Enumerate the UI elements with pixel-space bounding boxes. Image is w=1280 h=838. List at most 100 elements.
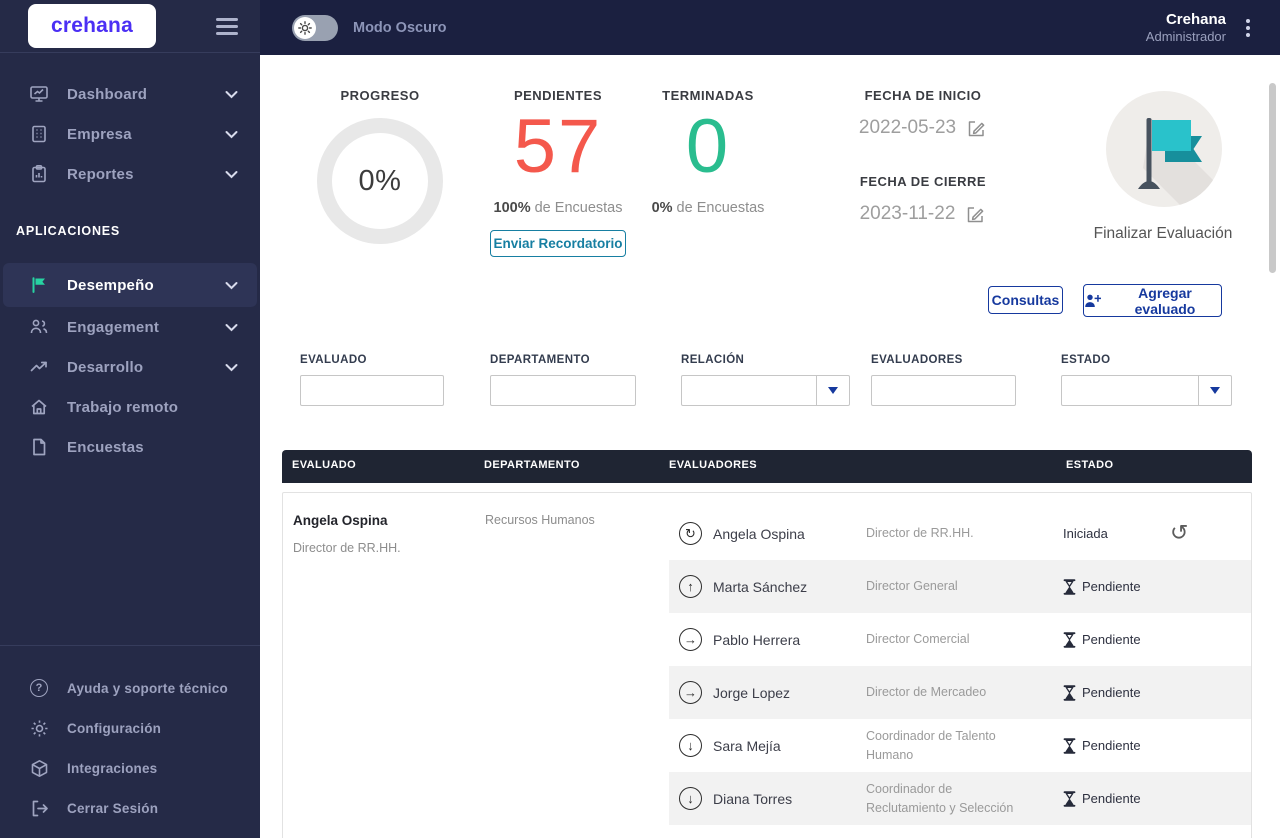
fecha-inicio-value: 2022-05-23 — [858, 117, 957, 138]
relation-up-icon: ↑ — [679, 575, 702, 598]
sidebar-item-label: Ayuda y soporte técnico — [67, 680, 228, 696]
fecha-inicio-row: 2022-05-23 — [813, 117, 1033, 139]
evaluator-row: → Jorge Lopez Director de Mercadeo Pendien… — [669, 666, 1251, 719]
evaluadores-filter-input[interactable] — [871, 375, 1016, 406]
chevron-down-icon[interactable] — [225, 90, 238, 99]
account-name: Crehana — [1165, 11, 1226, 28]
edit-fecha-inicio-icon[interactable] — [966, 118, 987, 139]
evaluator-name: Jorge Lopez — [713, 684, 791, 701]
crehana-logo[interactable]: crehana — [28, 4, 156, 48]
people-icon — [28, 316, 50, 338]
relacion-filter-select[interactable] — [681, 375, 850, 406]
topbar-account[interactable]: Crehana Administrador — [1146, 11, 1254, 44]
sidebar-item-ayuda[interactable]: ? Ayuda y soporte técnico — [0, 668, 260, 708]
sun-icon — [294, 16, 316, 39]
chevron-down-icon[interactable] — [225, 281, 238, 290]
column-header-departamento: DEPARTAMENTO — [484, 459, 580, 471]
sidebar-item-label: Engagement — [67, 318, 160, 336]
filter-label: EVALUADORES — [871, 354, 963, 366]
sidebar-item-desarrollo[interactable]: Desarrollo — [0, 347, 260, 387]
evaluator-rows: ↻ Angela Ospina Director de RR.HH. Iniciada… — [669, 507, 1251, 825]
kebab-menu-icon[interactable] — [1242, 15, 1254, 41]
departamento-filter-input[interactable] — [490, 375, 636, 406]
sidebar-divider — [0, 645, 260, 646]
chevron-down-icon[interactable] — [225, 130, 238, 139]
evaluator-status: Pendiente — [1043, 631, 1160, 648]
relation-right-icon: → — [679, 628, 702, 651]
terminadas-subtext: 0% de Encuestas — [598, 200, 818, 216]
evaluator-status: Pendiente — [1043, 790, 1160, 807]
consultas-button[interactable]: Consultas — [988, 286, 1063, 314]
sidebar-item-integraciones[interactable]: Integraciones — [0, 748, 260, 788]
chevron-down-icon[interactable] — [225, 170, 238, 179]
filter-label: ESTADO — [1061, 354, 1111, 366]
hourglass-icon — [1063, 631, 1076, 648]
evaluator-person: ↓ Sara Mejía — [669, 734, 866, 757]
filter-departamento: DEPARTAMENTO — [490, 354, 636, 406]
evaluator-row: → Pablo Herrera Director Comercial Pendien… — [669, 613, 1251, 666]
undo-icon[interactable]: ↺ — [1170, 520, 1188, 545]
evaluator-role: Director General — [866, 579, 958, 594]
flag-icon — [28, 274, 50, 296]
sidebar-item-configuracion[interactable]: Configuración — [0, 708, 260, 748]
evaluado-filter-input[interactable] — [300, 375, 444, 406]
sidebar-item-label: Configuración — [67, 720, 162, 736]
evaluator-name: Angela Ospina — [713, 525, 805, 542]
evaluado-departamento: Recursos Humanos — [485, 513, 595, 527]
help-icon: ? — [28, 677, 50, 699]
sidebar-item-empresa[interactable]: Empresa — [0, 114, 260, 154]
finalizar-evaluacion-badge[interactable] — [1105, 90, 1223, 208]
sidebar-item-desempeno[interactable]: Desempeño — [3, 263, 257, 307]
hourglass-icon — [1063, 790, 1076, 807]
terminadas-percent: 0% — [651, 200, 673, 216]
relation-down-icon: ↓ — [679, 787, 702, 810]
evaluator-role: Director de Mercadeo — [866, 685, 987, 700]
sidebar-item-trabajo-remoto[interactable]: Trabajo remoto — [0, 387, 260, 427]
fecha-cierre-value: 2023-11-22 — [859, 203, 956, 224]
evaluator-row: ↓ Diana Torres Coordinador de Reclutamient… — [669, 772, 1251, 825]
sidebar-item-cerrar-sesion[interactable]: Cerrar Sesión — [0, 788, 260, 828]
pendientes-percent: 100% — [493, 200, 531, 216]
finalizar-evaluacion-label[interactable]: Finalizar Evaluación — [1053, 225, 1273, 243]
evaluator-status: Pendiente — [1043, 578, 1160, 595]
evaluado-name: Angela Ospina — [293, 513, 388, 528]
sidebar-footer: ? Ayuda y soporte técnico Configuración … — [0, 645, 260, 828]
table-row: Angela Ospina Director de RR.HH. Recurso… — [282, 492, 1252, 838]
terminadas-label: TERMINADAS — [662, 88, 754, 103]
dropdown-caret-icon — [828, 387, 838, 394]
edit-fecha-cierre-icon[interactable] — [965, 204, 986, 225]
dark-mode-toggle[interactable] — [292, 14, 338, 41]
status-text: Pendiente — [1082, 632, 1141, 647]
filter-label: EVALUADO — [300, 354, 367, 366]
estado-filter-select[interactable] — [1061, 375, 1232, 406]
agregar-evaluado-button[interactable]: Agregar evaluado — [1083, 284, 1222, 317]
dashboard-icon — [28, 83, 50, 105]
crehana-logo-text: crehana — [51, 14, 133, 37]
relation-down-icon: ↓ — [679, 734, 702, 757]
vertical-scrollbar[interactable] — [1269, 83, 1276, 273]
column-header-estado: ESTADO — [1066, 459, 1114, 471]
sidebar-item-dashboard[interactable]: Dashboard — [0, 74, 260, 114]
evaluator-name: Pablo Herrera — [713, 631, 801, 648]
hamburger-menu-icon[interactable] — [216, 17, 238, 35]
filter-estado: ESTADO — [1061, 354, 1232, 406]
sidebar-item-reportes[interactable]: Reportes — [0, 154, 260, 194]
evaluator-row: ↑ Marta Sánchez Director General Pendiente — [669, 560, 1251, 613]
building-icon — [28, 123, 50, 145]
sidebar-item-encuestas[interactable]: Encuestas — [0, 427, 260, 467]
enviar-recordatorio-button[interactable]: Enviar Recordatorio — [490, 230, 626, 257]
cube-icon — [28, 757, 50, 779]
evaluator-status: Pendiente — [1043, 684, 1160, 701]
status-text: Iniciada — [1063, 526, 1108, 541]
pendientes-label: PENDIENTES — [513, 88, 603, 103]
hourglass-icon — [1063, 737, 1076, 754]
fecha-cierre-label: FECHA DE CIERRE — [859, 174, 987, 189]
evaluator-action: ↺ — [1160, 522, 1251, 545]
filter-relacion: RELACIÓN — [681, 354, 850, 406]
account-role: Administrador — [1145, 29, 1226, 44]
chevron-down-icon[interactable] — [225, 323, 238, 332]
chevron-down-icon[interactable] — [225, 363, 238, 372]
person-add-icon — [1084, 293, 1101, 309]
sidebar-item-engagement[interactable]: Engagement — [0, 307, 260, 347]
clipboard-report-icon — [28, 163, 50, 185]
